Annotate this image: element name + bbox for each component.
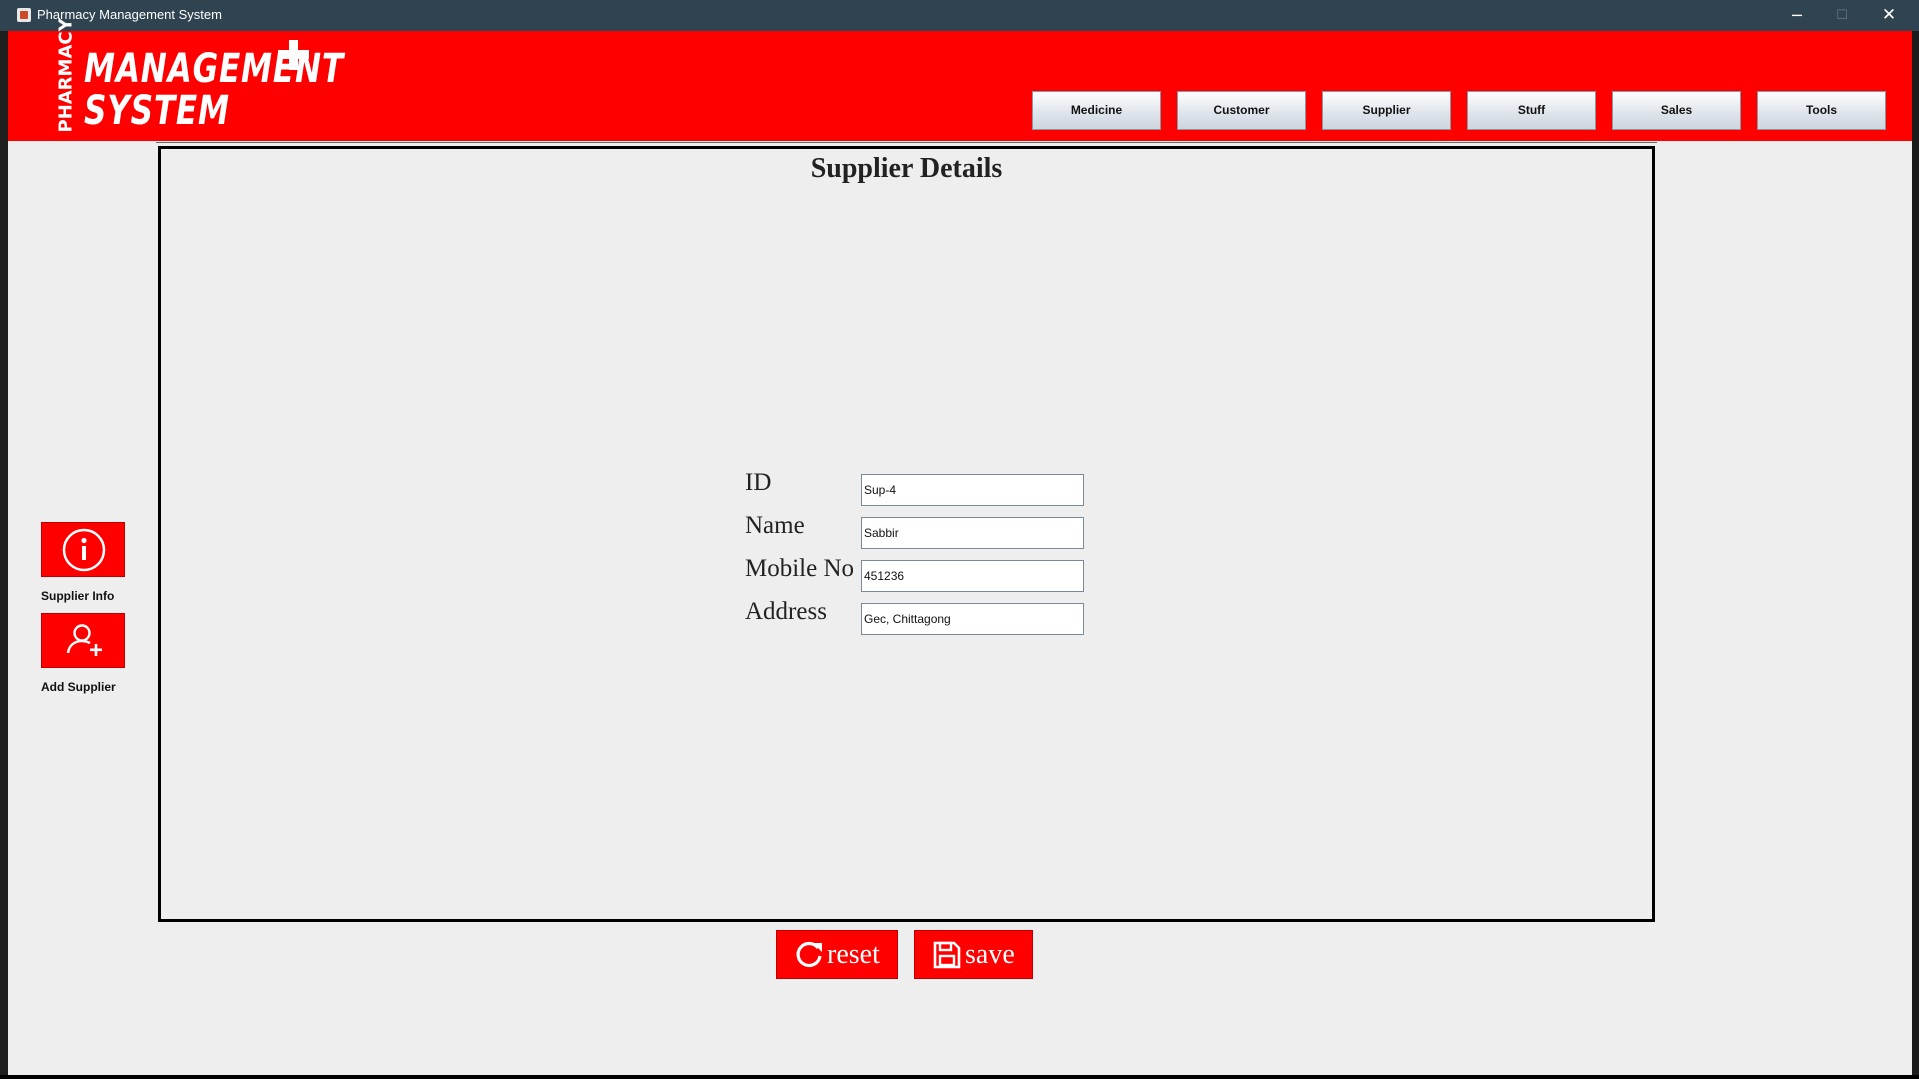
address-label: Address [745, 598, 827, 625]
supplier-details-panel: Supplier Details ID Sup-4 Name Sabbir Mo… [158, 146, 1655, 922]
nav-medicine-button[interactable]: Medicine [1032, 91, 1161, 130]
panel-top-line [156, 142, 1657, 143]
save-label: save [965, 939, 1015, 970]
mobile-no-field[interactable]: 451236 [861, 560, 1084, 592]
mobile-no-label: Mobile No [745, 555, 855, 582]
header-bar: PHARMACY MANAGEMENT SYSTEM Medicine Cust… [8, 18, 1912, 141]
close-button[interactable]: ✕ [1866, 0, 1912, 31]
logo-vertical-text: PHARMACY [55, 18, 77, 133]
panel-title: Supplier Details [810, 153, 1003, 184]
reset-button[interactable]: reset [776, 930, 898, 979]
id-label: ID [745, 469, 772, 496]
id-field[interactable]: Sup-4 [861, 474, 1084, 506]
bottom-strip [0, 1075, 1919, 1079]
info-icon [62, 528, 106, 572]
app-logo: PHARMACY MANAGEMENT SYSTEM [44, 18, 344, 138]
save-button[interactable]: save [914, 930, 1033, 979]
save-icon [933, 941, 961, 969]
supplier-info-label: Supplier Info [41, 589, 115, 603]
name-field[interactable]: Sabbir [861, 517, 1084, 549]
app-window: Pharmacy Management System ─ ☐ ✕ PHARMAC… [0, 0, 1919, 1079]
window-right-edge [1912, 31, 1919, 1075]
content-area: PHARMACY MANAGEMENT SYSTEM Medicine Cust… [8, 18, 1912, 1075]
title-bar[interactable]: Pharmacy Management System ─ ☐ ✕ [0, 0, 1919, 31]
address-field[interactable]: Gec, Chittagong [861, 603, 1084, 635]
medical-cross-icon [278, 40, 310, 72]
supplier-info-button[interactable] [41, 522, 125, 577]
name-label: Name [745, 512, 805, 539]
nav-supplier-button[interactable]: Supplier [1322, 91, 1451, 130]
add-supplier-label: Add Supplier [41, 680, 116, 694]
maximize-button[interactable]: ☐ [1819, 0, 1865, 31]
add-supplier-button[interactable] [41, 613, 125, 668]
nav-customer-button[interactable]: Customer [1177, 91, 1306, 130]
minimize-button[interactable]: ─ [1774, 0, 1820, 31]
window-left-edge [0, 31, 8, 1075]
reset-icon [796, 941, 822, 968]
nav-sales-button[interactable]: Sales [1612, 91, 1741, 130]
nav-stuff-button[interactable]: Stuff [1467, 91, 1596, 130]
reset-label: reset [827, 939, 880, 970]
java-app-icon [17, 8, 31, 22]
logo-line-2: SYSTEM [84, 88, 230, 134]
nav-tools-button[interactable]: Tools [1757, 91, 1886, 130]
add-user-icon [66, 624, 102, 656]
